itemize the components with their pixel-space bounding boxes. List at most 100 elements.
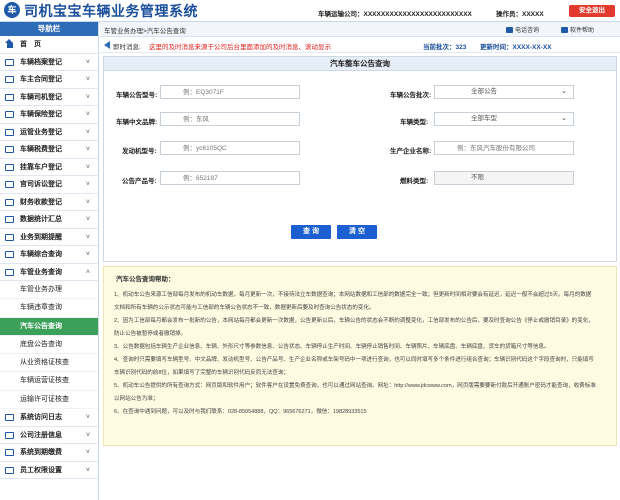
notice-bar: 即时消息: 这里的及时消息来源于公司后台里面添加的及时消息、滚动显示 当前批次：… — [100, 38, 620, 53]
chevron-down-icon: ⌄ — [561, 88, 567, 95]
vehicle-admin-icon — [5, 268, 14, 276]
breadcrumb: 车管业务办理>汽车公告查询 — [104, 28, 186, 35]
payment-icon — [5, 449, 14, 457]
sidebar-item[interactable]: 员工权限设置 ˅ — [0, 461, 98, 480]
chevron-down-icon: ⌄ — [561, 115, 567, 122]
help-paragraph: 文档和所有车辆的公示状态可能与工信部的车辆公告状态不一致，数据更新后要及时查询公… — [114, 305, 375, 311]
sidebar-item-label: 首 页 — [20, 41, 41, 48]
chevron-up-icon: ˄ — [85, 268, 90, 276]
logout-button[interactable]: 安全退出 — [569, 5, 615, 17]
driver-icon — [5, 93, 14, 101]
top-toolbar: 车管业务办理>汽车公告查询 电话咨询 软件帮助 — [100, 22, 620, 37]
maker-label: 生产企业名称: — [390, 148, 432, 155]
sidebar-subitem[interactable]: 车管业务办理 — [0, 281, 98, 300]
sidebar-item[interactable]: 系统访问日志 ˅ — [0, 409, 98, 427]
speaker-icon — [104, 41, 110, 49]
stats-icon — [5, 216, 14, 223]
batch-select[interactable]: 全部公告 ⌄ — [434, 85, 574, 99]
cn-name-label: 车辆中文品牌: — [116, 119, 158, 126]
chevron-down-icon: ˅ — [85, 76, 90, 83]
sidebar-item[interactable]: 首 页 — [0, 36, 98, 54]
sidebar-subitem[interactable]: 运输许可证核查 — [0, 391, 98, 410]
sidebar-subitem[interactable]: 从业资格证核查 — [0, 354, 98, 373]
sidebar-item-label: 系统到期缴费 — [20, 449, 62, 457]
sidebar-item[interactable]: 运管业务登记 ˅ — [0, 123, 98, 141]
sidebar-item-label: 车辆综合查询 — [20, 251, 62, 258]
sidebar-item[interactable]: 车辆综合查询 ˅ — [0, 246, 98, 264]
batch-label: 车辆公告批次: — [390, 92, 432, 99]
sidebar-subitem[interactable]: 车辆运营证核查 — [0, 372, 98, 391]
fuel-label: 燃料类型: — [400, 178, 429, 185]
type-select[interactable]: 全部车型 ⌄ — [434, 112, 574, 126]
help-panel: 汽车公告查询帮助： 1、机动车公告来源工信部每月发布的机动车数据，每月更新一次，… — [103, 266, 617, 446]
model-input[interactable] — [160, 85, 300, 99]
app-title: 司机宝宝车辆业务管理系统 — [24, 3, 198, 19]
help-paragraph: 5、机动车公告提供的所有查询方式：网页版和软件用户；软件客户在设置免费查询，也可… — [114, 383, 596, 389]
chevron-down-icon: ˅ — [85, 216, 90, 223]
sidebar-item[interactable]: 车管业务查询 ˄ — [0, 263, 98, 281]
maker-input[interactable] — [434, 141, 574, 155]
current-batch: 当前批次：323 — [423, 44, 467, 51]
chevron-down-icon: ˅ — [85, 449, 90, 457]
sidebar-item-label: 车管业务查询 — [20, 268, 62, 276]
log-icon — [5, 414, 14, 422]
sidebar-subitem[interactable]: 底盘公告查询 — [0, 336, 98, 355]
help-title: 汽车公告查询帮助： — [116, 276, 175, 283]
sidebar-item-label: 系统访问日志 — [20, 414, 62, 422]
help-paragraph: 防止公告被暂停或者撤销掉。 — [114, 331, 187, 337]
engine-input[interactable] — [160, 141, 300, 155]
affiliate-icon — [5, 163, 14, 171]
sidebar-item[interactable]: 车主合同登记 ˅ — [0, 71, 98, 89]
operator-name: 操作员：XXXXX — [496, 11, 544, 18]
sidebar-item[interactable]: 官司诉讼登记 ˅ — [0, 176, 98, 194]
sidebar-subitem[interactable]: 汽车公告查询 — [0, 317, 98, 336]
permission-icon — [5, 466, 14, 474]
finance-icon — [5, 198, 14, 206]
sidebar-item[interactable]: 车辆司机登记 ˅ — [0, 88, 98, 106]
panel-title: 汽车整车公告查询 — [104, 57, 616, 71]
company-icon — [5, 431, 14, 439]
query-icon — [5, 251, 14, 258]
sidebar-item[interactable]: 车辆保险登记 ˅ — [0, 106, 98, 124]
clear-button[interactable]: 清 空 — [337, 225, 377, 239]
cn-name-input[interactable] — [160, 112, 300, 126]
company-name: 车辆运输公司：XXXXXXXXXXXXXXXXXXXXXXXXX — [318, 11, 472, 18]
sidebar-item[interactable]: 数据统计汇总 ˅ — [0, 211, 98, 229]
app-header: 车 司机宝宝车辆业务管理系统 车辆运输公司：XXXXXXXXXXXXXXXXXX… — [0, 0, 620, 22]
sidebar-item[interactable]: 系统到期缴费 ˅ — [0, 444, 98, 462]
sidebar: 导航栏 首 页车辆档案登记 ˅ 车主合同登记 ˅ 车辆司机登记 ˅ 车辆保险登记 ˅ 运管业务登… — [0, 22, 99, 500]
notice-label: 即时消息: — [113, 44, 141, 51]
fuel-select: 不限 — [434, 171, 574, 185]
sidebar-item-label: 车辆司机登记 — [20, 93, 62, 101]
chevron-down-icon: ˅ — [85, 93, 90, 101]
type-label: 车辆类型: — [400, 119, 429, 126]
sidebar-item-label: 车辆保险登记 — [20, 111, 62, 118]
sidebar-item[interactable]: 车辆档案登记 ˅ — [0, 53, 98, 71]
notice-scroll-text: 这里的及时消息来源于公司后台里面添加的及时消息、滚动显示 — [149, 44, 331, 51]
sidebar-item-label: 车主合同登记 — [20, 76, 62, 83]
sidebar-item[interactable]: 公司注册信息 ˅ — [0, 426, 98, 445]
sidebar-item[interactable]: 财务收款登记 ˅ — [0, 193, 98, 211]
search-panel: 汽车整车公告查询 车辆公告型号: 车辆公告批次: 全部公告⌄ 车辆中文品牌: 车… — [103, 56, 617, 262]
sidebar-item-label: 公司注册信息 — [20, 431, 62, 439]
phone-consult-link[interactable]: 电话咨询 — [506, 25, 539, 34]
sidebar-item[interactable]: 挂靠车户登记 ˅ — [0, 158, 98, 176]
sidebar-item[interactable]: 车辆税费登记 ˅ — [0, 141, 98, 159]
tax-icon — [5, 146, 14, 153]
chevron-down-icon: ˅ — [85, 111, 90, 118]
query-button[interactable]: 查 询 — [291, 225, 331, 239]
sidebar-item-label: 业务到期提醒 — [20, 233, 62, 241]
phone-icon — [506, 27, 513, 33]
chevron-down-icon: ˅ — [85, 181, 90, 188]
product-input[interactable] — [160, 171, 300, 185]
software-help-link[interactable]: 软件帮助 — [561, 25, 594, 34]
help-paragraph: 1、机动车公告来源工信部每月发布的机动车数据，每月更新一次，不接待法立车数据查询… — [114, 292, 592, 298]
sidebar-item[interactable]: 业务到期提醒 ˅ — [0, 228, 98, 246]
insurance-icon — [5, 111, 14, 118]
help-paragraph: 以网站公告为准； — [114, 396, 159, 402]
sidebar-subitem[interactable]: 车辆违章查询 — [0, 299, 98, 318]
help-paragraph: 6、在查询中遇到问题，可以及时与我们联系：028-85054888，QQ：965… — [114, 409, 367, 415]
lawsuit-icon — [5, 181, 14, 188]
chevron-down-icon: ˅ — [85, 146, 90, 153]
app-logo-icon: 车 — [4, 2, 20, 18]
